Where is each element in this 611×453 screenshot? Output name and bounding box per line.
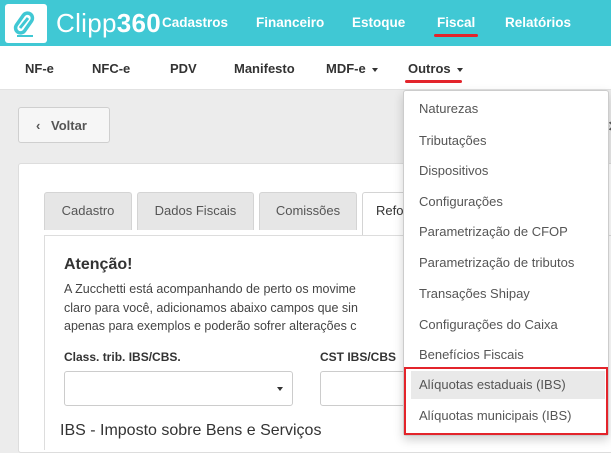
topnav-financeiro[interactable]: Financeiro xyxy=(256,15,324,30)
caret-down-icon xyxy=(277,387,283,391)
chevron-left-icon: ‹ xyxy=(36,118,41,133)
menu-item-configuracoes[interactable]: Configurações xyxy=(419,194,503,209)
tab-comissoes[interactable]: Comissões xyxy=(259,192,357,230)
clipp-logo-icon[interactable] xyxy=(5,4,47,43)
ibs-section-title: IBS - Imposto sobre Bens e Serviços xyxy=(60,422,322,439)
notice-line: A Zucchetti está acompanhando de perto o… xyxy=(64,282,356,296)
subnav-nfe[interactable]: NF-e xyxy=(25,61,54,76)
subnav-mdfe[interactable]: MDF-e xyxy=(326,61,378,76)
topnav-relatorios[interactable]: Relatórios xyxy=(505,15,571,30)
back-button[interactable]: ‹ Voltar xyxy=(18,107,110,143)
class-trib-select[interactable] xyxy=(64,371,293,406)
caret-down-icon xyxy=(456,67,463,72)
topnav-fiscal[interactable]: Fiscal xyxy=(437,15,475,30)
menu-item-beneficios-fiscais[interactable]: Benefícios Fiscais xyxy=(419,347,524,362)
subnav-pdv[interactable]: PDV xyxy=(170,61,197,76)
active-subtab-indicator xyxy=(405,80,462,83)
active-tab-indicator xyxy=(434,34,478,37)
highlight-annotation-box xyxy=(404,367,608,435)
topnav-estoque[interactable]: Estoque xyxy=(352,15,405,30)
class-trib-label: Class. trib. IBS/CBS. xyxy=(64,350,181,364)
subnav-nfce[interactable]: NFC-e xyxy=(92,61,130,76)
tab-cadastro[interactable]: Cadastro xyxy=(44,192,132,230)
menu-item-transacoes-shipay[interactable]: Transações Shipay xyxy=(419,286,530,301)
menu-item-dispositivos[interactable]: Dispositivos xyxy=(419,163,488,178)
notice-text: A Zucchetti está acompanhando de perto o… xyxy=(64,280,409,336)
sub-navbar: NF-e NFC-e PDV Manifesto MDF-e Outros xyxy=(0,46,611,90)
top-navbar: Clipp360 Cadastros Financeiro Estoque Fi… xyxy=(0,0,611,46)
topnav-cadastros[interactable]: Cadastros xyxy=(162,15,228,30)
notice-line: claro para você, adicionamos abaixo camp… xyxy=(64,300,358,315)
caret-down-icon xyxy=(371,67,378,72)
notice-title: Atenção! xyxy=(64,256,133,273)
menu-item-parametrizacao-tributos[interactable]: Parametrização de tributos xyxy=(419,255,574,270)
notice-line: apenas para exemplos e poderão sofrer al… xyxy=(64,319,357,333)
menu-item-naturezas[interactable]: Naturezas xyxy=(419,101,478,116)
menu-item-tributacoes[interactable]: Tributações xyxy=(419,133,486,148)
cst-label: CST IBS/CBS xyxy=(320,350,397,364)
subnav-manifesto[interactable]: Manifesto xyxy=(234,61,295,76)
menu-item-configuracoes-caixa[interactable]: Configurações do Caixa xyxy=(419,317,558,332)
subnav-outros[interactable]: Outros xyxy=(408,61,463,76)
tab-dados-fiscais[interactable]: Dados Fiscais xyxy=(137,192,254,230)
menu-item-parametrizacao-cfop[interactable]: Parametrização de CFOP xyxy=(419,224,568,239)
back-button-label: Voltar xyxy=(51,118,87,133)
brand-name[interactable]: Clipp360 xyxy=(56,8,161,39)
